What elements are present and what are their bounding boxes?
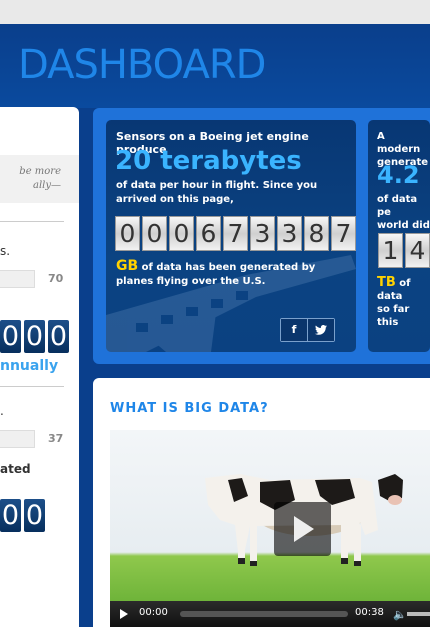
counter-digit: 0	[24, 499, 45, 532]
top-strip	[0, 0, 430, 24]
volume-slider[interactable]	[407, 612, 430, 616]
unit-label: TB	[377, 275, 396, 290]
left-quote: be more ally—	[0, 155, 79, 203]
card-body-line2: world did	[377, 220, 430, 231]
left-label-1: s.	[0, 244, 11, 258]
counter-digit: 0	[142, 216, 167, 251]
video-controls: 00:00 00:38 🔈	[110, 601, 430, 627]
card-body: of data per hour in flight. Since you ar…	[116, 180, 318, 205]
play-icon	[294, 516, 314, 542]
card-body-line1: of data pe	[377, 194, 418, 218]
twitter-icon	[315, 325, 327, 335]
counter-digit: 8	[304, 216, 329, 251]
video-player[interactable]: 00:00 00:38 🔈	[110, 430, 430, 627]
card-heading-line1: A modern	[377, 131, 421, 155]
stat-card-modern: A modern generate 4.2 of data pe world d…	[368, 120, 430, 352]
left-value-2: 37	[48, 432, 64, 445]
left-quote-line1: be more	[19, 166, 61, 177]
total-time: 00:38	[355, 607, 384, 618]
divider	[0, 386, 64, 387]
caption-text: of data has been generated by planes fly…	[116, 262, 316, 287]
volume-icon[interactable]: 🔈	[393, 608, 407, 621]
counter-digit: 7	[331, 216, 356, 251]
caption-line2: so far this	[377, 304, 410, 328]
counter-digit: 1	[378, 233, 403, 268]
progress-track[interactable]	[180, 611, 348, 617]
cow-illustration	[205, 474, 403, 566]
card-caption: TB of data so far this	[377, 276, 430, 329]
left-quote-line2: ally—	[32, 180, 61, 191]
big-data-section: WHAT IS BIG DATA? 00:00 00:38 🔈	[93, 378, 430, 627]
left-bar-1	[0, 270, 35, 288]
card-big-value: 4.2	[377, 161, 420, 189]
left-annual-label: nnually	[0, 358, 59, 374]
divider	[0, 221, 64, 222]
counter-digit: 3	[250, 216, 275, 251]
counter-digit: 0	[48, 320, 69, 353]
left-label-3: ated	[0, 462, 31, 476]
card-caption: GB of data has been generated by planes …	[116, 259, 346, 289]
counter-digit: 7	[223, 216, 248, 251]
counter-digit: 0	[0, 320, 21, 353]
card-body: of data pe world did	[377, 193, 430, 232]
counter-digit: 6	[196, 216, 221, 251]
play-overlay-button[interactable]	[274, 502, 331, 556]
counter-digit: 4	[405, 233, 430, 268]
left-panel: be more ally— s. 70 0 0 0 nnually . 37 a…	[0, 107, 79, 627]
page-title: DASHBOARD	[18, 42, 266, 88]
unit-label: GB	[116, 258, 139, 274]
counter-digit: 0	[115, 216, 140, 251]
play-button[interactable]	[120, 609, 128, 619]
left-label-2: .	[0, 404, 4, 418]
counter-digit: 0	[169, 216, 194, 251]
counter-digit: 0	[0, 499, 21, 532]
data-counter: 0 0 0 6 7 3 3 8 7 2	[115, 216, 356, 251]
section-title: WHAT IS BIG DATA?	[110, 401, 269, 416]
card-big-value: 20 terabytes	[115, 146, 302, 176]
counter-digit: 0	[24, 320, 45, 353]
data-counter: 1 4	[378, 233, 430, 268]
left-value-1: 70	[48, 272, 64, 285]
stat-card-boeing: Sensors on a Boeing jet engine produce 2…	[106, 120, 356, 352]
left-counter-1: 0 0 0	[0, 320, 69, 353]
facebook-share-button[interactable]: f	[281, 319, 307, 341]
share-buttons: f	[280, 318, 335, 342]
twitter-share-button[interactable]	[307, 319, 334, 341]
current-time: 00:00	[139, 607, 168, 618]
counter-digit: 3	[277, 216, 302, 251]
left-bar-2	[0, 430, 35, 448]
left-counter-2: 0 0	[0, 499, 45, 532]
